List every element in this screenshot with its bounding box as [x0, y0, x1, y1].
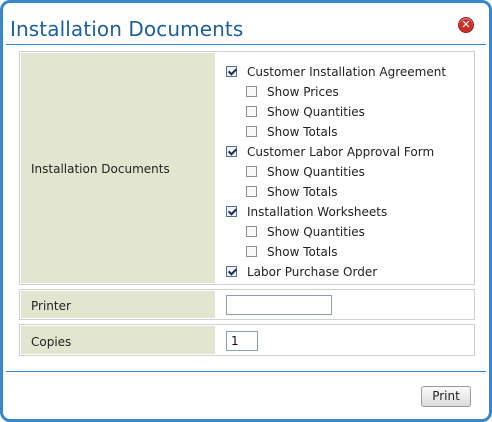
checkbox[interactable]	[246, 246, 257, 257]
option-label: Show Quantities	[267, 105, 365, 119]
option-label: Show Totals	[267, 245, 338, 259]
copies-label: Copies	[31, 335, 72, 349]
option-label: Customer Labor Approval Form	[247, 145, 435, 159]
printer-input[interactable]	[226, 295, 332, 315]
checkbox[interactable]	[226, 146, 237, 157]
option-label: Show Totals	[267, 185, 338, 199]
footer-divider	[6, 371, 486, 372]
option-label: Show Prices	[267, 85, 339, 99]
printer-section: Printer	[19, 289, 475, 320]
checkbox[interactable]	[246, 126, 257, 137]
dialog-title: Installation Documents	[10, 17, 244, 41]
installation-documents-dialog: Installation Documents ✕ Installation Do…	[0, 0, 492, 422]
option-label: Customer Installation Agreement	[247, 65, 447, 79]
documents-label-cell: Installation Documents	[21, 53, 215, 283]
close-icon[interactable]: ✕	[458, 17, 474, 33]
checkbox[interactable]	[246, 186, 257, 197]
checkbox[interactable]	[226, 206, 237, 217]
copies-section: Copies	[19, 324, 475, 356]
documents-section: Installation Documents Customer Installa…	[19, 51, 475, 285]
printer-label-cell: Printer	[21, 291, 215, 318]
copies-input[interactable]	[226, 331, 258, 351]
checkbox[interactable]	[226, 266, 237, 277]
printer-label: Printer	[31, 299, 71, 313]
checkbox[interactable]	[246, 86, 257, 97]
title-divider	[6, 44, 486, 45]
option-label: Labor Purchase Order	[247, 265, 378, 279]
print-button[interactable]: Print	[421, 386, 471, 407]
copies-label-cell: Copies	[21, 326, 215, 354]
option-label: Installation Worksheets	[247, 205, 388, 219]
checkbox[interactable]	[246, 226, 257, 237]
checkbox[interactable]	[246, 166, 257, 177]
documents-label: Installation Documents	[31, 162, 170, 176]
checkbox[interactable]	[246, 106, 257, 117]
option-label: Show Quantities	[267, 165, 365, 179]
option-label: Show Quantities	[267, 225, 365, 239]
checkbox[interactable]	[226, 66, 237, 77]
option-label: Show Totals	[267, 125, 338, 139]
